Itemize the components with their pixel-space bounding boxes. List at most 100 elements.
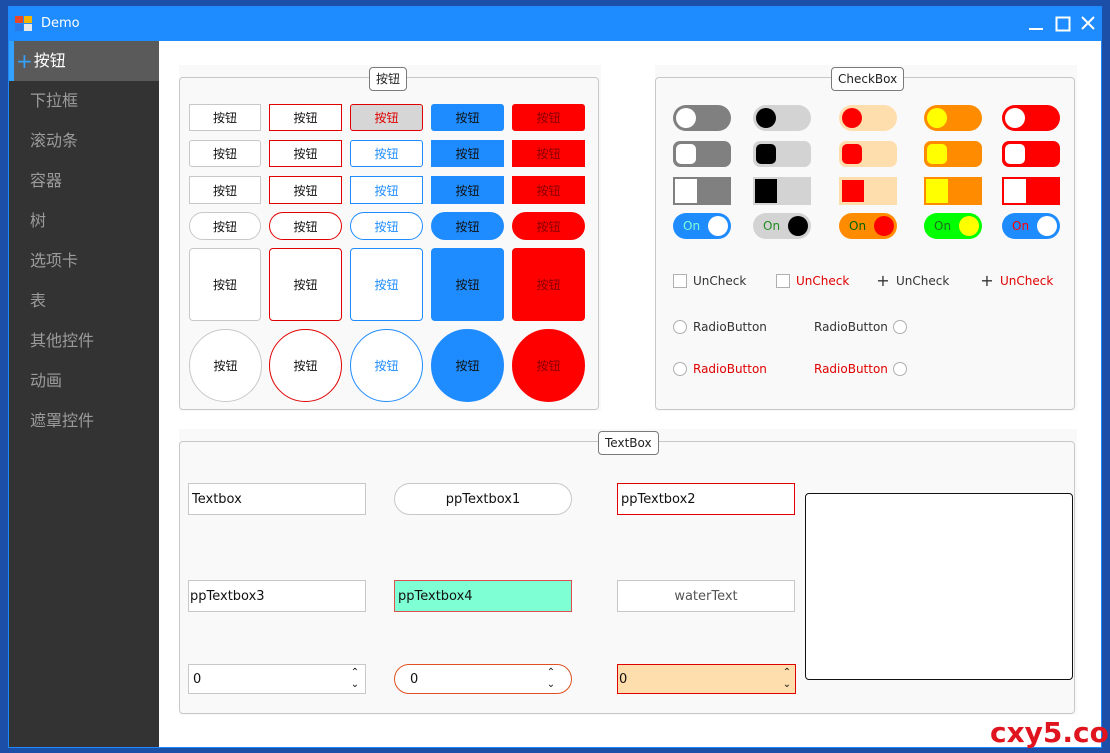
maximize-icon[interactable]	[1052, 13, 1074, 35]
toggle-switch-on-orange[interactable]: On	[839, 213, 897, 239]
button-circle-red[interactable]: 按钮	[269, 329, 342, 402]
toggle-on-label: On	[683, 219, 701, 233]
button-large-red[interactable]: 按钮	[269, 248, 342, 321]
button-solid-red[interactable]: 按钮	[512, 140, 585, 167]
pp-textbox-4[interactable]: ppTextbox4	[394, 580, 572, 612]
close-icon[interactable]	[1077, 13, 1099, 35]
sidebar-item-container[interactable]: 容器	[9, 161, 159, 201]
toggle-switch-gray[interactable]	[673, 177, 731, 205]
toggle-switch-orange[interactable]	[924, 105, 982, 131]
toggle-switch-on-green[interactable]: On	[924, 213, 982, 239]
toggle-switch-orange[interactable]	[924, 177, 982, 205]
toggle-switch-red[interactable]	[1002, 105, 1060, 131]
button-plain[interactable]: 按钮	[189, 140, 261, 167]
spin-buttons[interactable]: ⌃ ⌄	[349, 667, 361, 691]
button-blue-outline[interactable]: 按钮	[350, 140, 423, 167]
toggle-switch-on-gray[interactable]: On	[753, 213, 811, 239]
chevron-down-icon[interactable]: ⌄	[781, 679, 793, 691]
sidebar-item-dropdown[interactable]: 下拉框	[9, 81, 159, 121]
button-plain[interactable]: 按钮	[189, 176, 261, 204]
title-bar[interactable]: Demo	[9, 7, 1101, 41]
sidebar-item-tabs[interactable]: 选项卡	[9, 241, 159, 281]
radio-label: RadioButton	[814, 362, 888, 376]
radio-button[interactable]: RadioButton	[673, 320, 767, 334]
sidebar-item-tree[interactable]: 树	[9, 201, 159, 241]
multiline-textbox[interactable]	[805, 493, 1073, 680]
button-blue-outline[interactable]: 按钮	[350, 176, 423, 204]
toggle-switch-on-blue[interactable]: On	[1002, 213, 1060, 239]
toggle-switch-red[interactable]	[1002, 177, 1060, 205]
toggle-switch-black[interactable]	[753, 141, 811, 167]
toggle-switch-peach[interactable]	[839, 105, 897, 131]
button-pill-plain[interactable]: 按钮	[189, 212, 261, 240]
button-blue[interactable]: 按钮	[431, 104, 504, 131]
textbox[interactable]: Textbox	[188, 483, 366, 515]
radio-button-right[interactable]: RadioButton	[814, 362, 907, 376]
checkbox-plus-style[interactable]: + UnCheck	[980, 273, 1054, 289]
button-blue[interactable]: 按钮	[431, 176, 504, 204]
sidebar-item-mask-control[interactable]: 遮罩控件	[9, 401, 159, 441]
groupbox-title: TextBox	[598, 431, 659, 455]
watermark-textbox[interactable]: waterText	[617, 580, 795, 612]
toggle-switch-black[interactable]	[753, 177, 811, 205]
checkbox-plus-style[interactable]: + UnCheck	[876, 273, 949, 289]
chevron-down-icon[interactable]: ⌄	[545, 679, 557, 691]
button-large-solid-red[interactable]: 按钮	[512, 248, 585, 321]
spin-buttons[interactable]: ⌃ ⌄	[545, 667, 557, 691]
sidebar-item-scrollbar[interactable]: 滚动条	[9, 121, 159, 161]
button-large-blue-outline[interactable]: 按钮	[350, 248, 423, 321]
minimize-icon[interactable]	[1025, 13, 1047, 35]
chevron-down-icon[interactable]: ⌄	[349, 679, 361, 691]
radio-button-right[interactable]: RadioButton	[814, 320, 907, 334]
pp-textbox-1[interactable]: ppTextbox1	[394, 483, 572, 515]
toggle-switch-orange[interactable]	[924, 141, 982, 167]
button-red-border[interactable]: 按钮	[269, 140, 342, 167]
button-large-blue[interactable]: 按钮	[431, 248, 504, 321]
button-blue[interactable]: 按钮	[431, 140, 504, 167]
toggle-switch-black[interactable]	[753, 105, 811, 131]
button-circle-blue[interactable]: 按钮	[431, 329, 504, 402]
toggle-switch-peach[interactable]	[839, 141, 897, 167]
groupbox-title: CheckBox	[831, 67, 905, 91]
pp-textbox-3[interactable]: ppTextbox3	[188, 580, 366, 612]
button-plain[interactable]: 按钮	[189, 104, 261, 131]
sidebar-item-table[interactable]: 表	[9, 281, 159, 321]
checkbox[interactable]: UnCheck	[776, 274, 849, 288]
numeric-updown-peach[interactable]: 0 ⌃ ⌄	[617, 664, 796, 694]
button-red-border[interactable]: 按钮	[269, 176, 342, 204]
chevron-up-icon[interactable]: ⌃	[349, 667, 361, 679]
sidebar-item-other-controls[interactable]: 其他控件	[9, 321, 159, 361]
button-circle-solid-red[interactable]: 按钮	[512, 329, 585, 402]
button-circle-blue-outline[interactable]: 按钮	[350, 329, 423, 402]
chevron-up-icon[interactable]: ⌃	[781, 667, 793, 679]
textbox-groupbox: TextBox Textbox ppTextbox1 ppTextbox2 pp…	[179, 429, 1077, 715]
radio-button[interactable]: RadioButton	[673, 362, 767, 376]
window-title: Demo	[41, 16, 80, 31]
checkbox-label: UnCheck	[1000, 274, 1054, 288]
button-circle-plain[interactable]: 按钮	[189, 329, 262, 402]
button-red-border[interactable]: 按钮	[269, 104, 342, 131]
button-solid-red[interactable]: 按钮	[512, 176, 585, 204]
spin-buttons[interactable]: ⌃ ⌄	[781, 667, 793, 691]
groupbox-title: 按钮	[369, 67, 408, 91]
sidebar-item-buttons[interactable]: +按钮	[9, 41, 159, 81]
chevron-up-icon[interactable]: ⌃	[545, 667, 557, 679]
pp-textbox-2[interactable]: ppTextbox2	[617, 483, 795, 515]
toggle-switch-red[interactable]	[1002, 141, 1060, 167]
sidebar-item-animation[interactable]: 动画	[9, 361, 159, 401]
numeric-updown-rounded[interactable]: 0 ⌃ ⌄	[394, 664, 572, 694]
toggle-switch-gray[interactable]	[673, 141, 731, 167]
button-pill-solid-red[interactable]: 按钮	[512, 212, 585, 240]
button-gray[interactable]: 按钮	[350, 104, 423, 131]
toggle-switch-on-blue[interactable]: On	[673, 213, 731, 239]
button-pill-red[interactable]: 按钮	[269, 212, 342, 240]
checkbox-label: UnCheck	[693, 274, 747, 288]
toggle-switch-peach[interactable]	[839, 177, 897, 205]
numeric-updown[interactable]: 0 ⌃ ⌄	[188, 664, 366, 694]
toggle-switch-gray[interactable]	[673, 105, 731, 131]
button-pill-blue-outline[interactable]: 按钮	[350, 212, 423, 240]
button-large-plain[interactable]: 按钮	[189, 248, 261, 321]
checkbox[interactable]: UnCheck	[673, 274, 746, 288]
button-pill-blue[interactable]: 按钮	[431, 212, 504, 240]
button-solid-red[interactable]: 按钮	[512, 104, 585, 131]
